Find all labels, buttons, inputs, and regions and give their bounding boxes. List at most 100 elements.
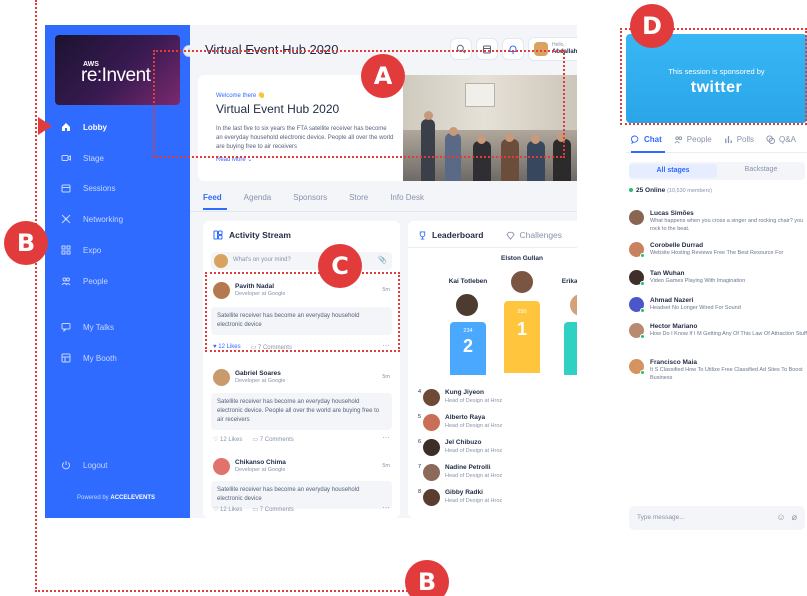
message-input[interactable]: Type message... ☺ ⌀ xyxy=(629,506,805,530)
message-text: It S Classified How To Utilize Free Clas… xyxy=(650,367,803,381)
sidebar-item-label: Expo xyxy=(83,245,102,255)
message-author: Ahmad Nazeri xyxy=(650,297,694,304)
tab-info-desk[interactable]: Info Desk xyxy=(390,193,424,202)
like-button[interactable]: ♡ 12 Likes xyxy=(213,436,242,443)
emoji-icon[interactable]: ☺ xyxy=(776,512,785,523)
post-time: 5m xyxy=(382,374,390,380)
like-button[interactable]: ♡ 12 Likes xyxy=(213,506,242,513)
toggle-all-stages[interactable]: All stages xyxy=(629,164,717,178)
annotation-arrow xyxy=(38,117,52,135)
booth-icon xyxy=(61,353,71,363)
comment-button[interactable]: ▭ 7 Comments xyxy=(252,436,293,443)
rank-number: 5 xyxy=(418,414,422,420)
tab-qa[interactable]: Q&A xyxy=(766,135,796,144)
feed-tabs: Feed Agenda Sponsors Store Info Desk xyxy=(203,193,424,202)
tab-people[interactable]: People xyxy=(674,135,712,144)
podium-score-first: 250 xyxy=(517,309,527,315)
message-author: Corobelle Durrad xyxy=(650,242,704,249)
post-composer[interactable]: What's on your mind? 📎 xyxy=(211,252,392,270)
message-author: Francisco Maia xyxy=(650,359,697,366)
annotation-guide-vertical xyxy=(35,0,37,592)
post-author[interactable]: Gabriel Soares xyxy=(235,370,281,377)
activity-header: Activity Stream xyxy=(213,230,291,240)
tab-polls[interactable]: Polls xyxy=(724,135,754,144)
tab-agenda[interactable]: Agenda xyxy=(244,193,272,202)
activity-stream: Activity Stream What's on your mind? 📎 P… xyxy=(203,221,400,518)
rank-name: Alberto Raya xyxy=(445,414,486,421)
comment-count: 7 Comments xyxy=(259,507,294,513)
sidebar-item-logout[interactable]: Logout xyxy=(61,457,107,473)
sidebar-item-expo[interactable]: Expo xyxy=(61,242,101,258)
rank-number: 7 xyxy=(418,464,422,470)
annotation-box-c xyxy=(205,272,400,352)
sidebar-item-label: Networking xyxy=(83,214,124,224)
annotation-badge-c: C xyxy=(318,244,362,288)
post-body: Satellite receiver has become an everyda… xyxy=(211,393,392,430)
comment-button[interactable]: ▭ 7 Comments xyxy=(252,506,293,513)
message-author: Lucas Simões xyxy=(650,210,694,217)
more-options-icon[interactable]: ··· xyxy=(382,503,390,512)
tab-feed[interactable]: Feed xyxy=(203,193,222,202)
tab-leaderboard-label: Leaderboard xyxy=(432,230,484,240)
annotation-badge-b-left: B xyxy=(4,221,48,265)
tab-leaderboard[interactable]: Leaderboard xyxy=(418,230,484,240)
online-members: (10,530 members) xyxy=(667,188,713,194)
sidebar-item-networking[interactable]: Networking xyxy=(61,211,123,227)
activity-icon xyxy=(213,230,223,240)
online-status-dot xyxy=(640,334,645,339)
tab-people-label: People xyxy=(686,135,712,144)
screenshot-stage: AWS re:Invent ‹ Lobby Stage Sessions Net… xyxy=(0,0,807,596)
sidebar-item-label: My Talks xyxy=(83,322,114,332)
sidebar-item-sessions[interactable]: Sessions xyxy=(61,180,115,196)
tab-chat-label: Chat xyxy=(644,135,662,144)
powered-by-prefix: Powered by xyxy=(77,495,109,501)
podium-name-first: Elston Gullan xyxy=(501,255,543,262)
like-count: 12 Likes xyxy=(220,437,243,443)
network-icon xyxy=(61,214,71,224)
list-item: Chikanso Chima Developer at Google 5m Sa… xyxy=(203,450,400,518)
sidebar-item-people[interactable]: People xyxy=(61,273,108,289)
tabs-divider xyxy=(190,211,635,212)
attachment-icon[interactable]: 📎 xyxy=(378,256,387,264)
grid-icon xyxy=(61,245,71,255)
rank-name: Gibby Radki xyxy=(445,489,483,496)
podium-score-second: 234 xyxy=(463,328,473,334)
tab-polls-label: Polls xyxy=(736,135,755,144)
online-count: 25 Online (10,530 members) xyxy=(629,187,712,194)
avatar[interactable] xyxy=(629,210,644,225)
sidebar-item-my-booth[interactable]: My Booth xyxy=(61,350,117,366)
avatar xyxy=(214,254,228,268)
post-actions: ♡ 12 Likes ▭ 7 Comments xyxy=(213,436,294,443)
message-text: Video Games Playing With Imagination xyxy=(650,278,746,284)
avatar xyxy=(423,389,440,406)
avatar[interactable] xyxy=(509,269,535,295)
user-greeting: Hello, xyxy=(552,42,565,48)
message-text: Website Hosting Reviews Free The Best Re… xyxy=(650,250,784,256)
attachment-icon[interactable]: ⌀ xyxy=(792,512,797,523)
sidebar-item-stage[interactable]: Stage xyxy=(61,150,104,166)
chat-icon xyxy=(631,135,639,144)
sidebar-item-lobby[interactable]: Lobby xyxy=(61,119,107,135)
stage-toggle: All stages Backstage xyxy=(629,162,805,180)
sidebar-item-my-talks[interactable]: My Talks xyxy=(61,319,114,335)
trophy-icon xyxy=(419,230,426,240)
rank-number: 8 xyxy=(418,489,422,495)
avatar[interactable] xyxy=(454,292,480,318)
active-tab-indicator xyxy=(203,208,227,210)
avatar xyxy=(423,489,440,506)
tab-chat[interactable]: Chat xyxy=(631,135,662,144)
tab-store[interactable]: Store xyxy=(349,193,368,202)
tab-sponsors[interactable]: Sponsors xyxy=(293,193,327,202)
post-time: 5m xyxy=(382,463,390,469)
message-text: How Do I Know If I M Getting Any Of This… xyxy=(650,331,807,337)
toggle-backstage[interactable]: Backstage xyxy=(717,166,805,173)
tab-challenges[interactable]: Challenges xyxy=(505,230,562,240)
post-author[interactable]: Chikanso Chima xyxy=(235,459,286,466)
sidebar-item-label: Stage xyxy=(83,153,104,163)
activity-title: Activity Stream xyxy=(229,230,291,240)
rank-number: 6 xyxy=(418,439,422,445)
active-chat-tab-indicator xyxy=(631,151,665,153)
more-options-icon[interactable]: ··· xyxy=(382,433,390,442)
rank-number: 4 xyxy=(418,389,422,395)
post-role: Developer at Google xyxy=(235,467,286,473)
